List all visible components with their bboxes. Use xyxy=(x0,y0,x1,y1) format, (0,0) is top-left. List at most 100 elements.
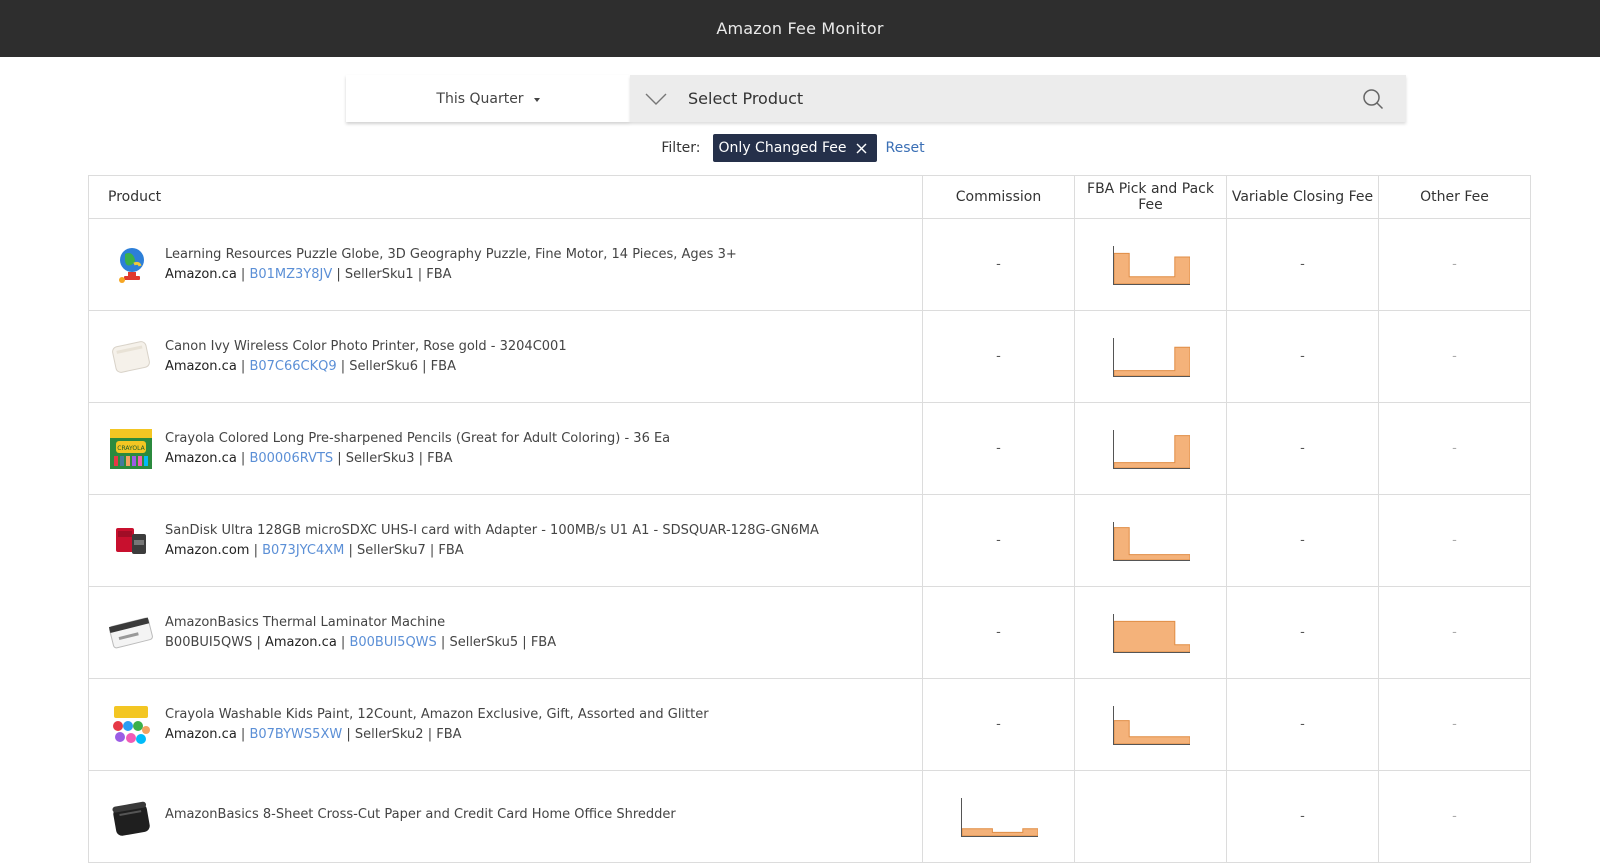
fba-fee-trend-chart[interactable] xyxy=(1112,428,1190,470)
other-fee-cell: - xyxy=(1378,586,1531,679)
product-image-icon xyxy=(108,616,153,648)
other-fee-value: - xyxy=(1452,349,1457,364)
table-row[interactable]: AmazonBasics 8-Sheet Cross-Cut Paper and… xyxy=(88,770,1531,863)
product-sku: SellerSku5 xyxy=(449,635,519,650)
period-label: This Quarter xyxy=(436,90,524,107)
product-asin-link[interactable]: B07BYWS5XW xyxy=(249,727,342,742)
fba-fee-trend-chart[interactable] xyxy=(1112,244,1190,286)
variable-closing-fee-value: - xyxy=(1300,349,1305,364)
app-header: Amazon Fee Monitor xyxy=(0,0,1600,57)
product-title[interactable]: Canon Ivy Wireless Color Photo Printer, … xyxy=(165,339,567,354)
product-image-icon xyxy=(112,801,150,836)
product-title[interactable]: AmazonBasics 8-Sheet Cross-Cut Paper and… xyxy=(165,807,676,822)
product-cell: SanDisk Ultra 128GB microSDXC UHS-I card… xyxy=(88,494,923,587)
product-title[interactable]: AmazonBasics Thermal Laminator Machine xyxy=(165,615,556,630)
product-info: CRAYOLA Crayola Colored Long Pre-sharpene… xyxy=(108,426,922,472)
product-text: Canon Ivy Wireless Color Photo Printer, … xyxy=(165,339,567,374)
product-channel: FBA xyxy=(438,543,464,558)
product-thumbnail[interactable] xyxy=(108,610,154,656)
product-thumbnail[interactable] xyxy=(108,242,154,288)
product-title[interactable]: SanDisk Ultra 128GB microSDXC UHS-I card… xyxy=(165,523,819,538)
variable-closing-fee-cell: - xyxy=(1226,402,1379,495)
other-fee-value: - xyxy=(1452,533,1457,548)
fba-fee-trend-chart[interactable] xyxy=(1112,704,1190,746)
commission-cell: - xyxy=(922,402,1075,495)
fba-fee-cell xyxy=(1074,678,1227,771)
fba-fee-trend-chart[interactable] xyxy=(1112,520,1190,562)
column-header-product[interactable]: Product xyxy=(88,175,923,219)
fba-fee-cell xyxy=(1074,586,1227,679)
product-info: Learning Resources Puzzle Globe, 3D Geog… xyxy=(108,242,922,288)
table-row[interactable]: AmazonBasics Thermal Laminator Machine B0… xyxy=(88,586,1531,679)
product-title[interactable]: Learning Resources Puzzle Globe, 3D Geog… xyxy=(165,247,737,262)
product-thumbnail[interactable] xyxy=(108,794,154,840)
product-asin-link[interactable]: B073JYC4XM xyxy=(262,543,344,558)
commission-value: - xyxy=(996,441,1001,456)
column-header-commission[interactable]: Commission xyxy=(922,175,1075,219)
table-row[interactable]: CRAYOLA Crayola Colored Long Pre-sharpene… xyxy=(88,402,1531,495)
product-channel: FBA xyxy=(436,727,462,742)
table-row[interactable]: Crayola Washable Kids Paint, 12Count, Am… xyxy=(88,678,1531,771)
close-icon[interactable] xyxy=(856,143,867,154)
product-thumbnail[interactable]: CRAYOLA xyxy=(108,426,154,472)
filter-label: Filter: xyxy=(661,140,701,156)
column-header-other-fee[interactable]: Other Fee xyxy=(1378,175,1531,219)
product-marketplace: Amazon.ca xyxy=(165,267,237,282)
filter-chip-only-changed-fee[interactable]: Only Changed Fee xyxy=(712,134,877,162)
product-marketplace: Amazon.ca xyxy=(165,359,237,374)
product-asin-link[interactable]: B00006RVTS xyxy=(249,451,333,466)
table-row[interactable]: SanDisk Ultra 128GB microSDXC UHS-I card… xyxy=(88,494,1531,587)
fba-fee-cell xyxy=(1074,494,1227,587)
product-sku: SellerSku2 xyxy=(354,727,424,742)
variable-closing-fee-value: - xyxy=(1300,441,1305,456)
other-fee-value: - xyxy=(1452,257,1457,272)
trend-area xyxy=(1113,434,1190,468)
svg-text:CRAYOLA: CRAYOLA xyxy=(117,445,145,452)
product-meta: Amazon.ca | B00006RVTS | SellerSku3 | FB… xyxy=(165,451,453,466)
trend-area xyxy=(1113,252,1190,284)
commission-trend-chart[interactable] xyxy=(960,796,1038,838)
column-header-variable-closing-fee[interactable]: Variable Closing Fee xyxy=(1226,175,1379,219)
product-thumbnail[interactable] xyxy=(108,518,154,564)
table-row[interactable]: Learning Resources Puzzle Globe, 3D Geog… xyxy=(88,218,1531,311)
product-sku: SellerSku6 xyxy=(349,359,419,374)
trend-area xyxy=(1113,346,1190,376)
product-select[interactable]: Select Product xyxy=(630,75,1406,122)
product-sku: SellerSku3 xyxy=(345,451,415,466)
product-title[interactable]: Crayola Colored Long Pre-sharpened Penci… xyxy=(165,431,670,446)
commission-value: - xyxy=(996,717,1001,732)
reset-link[interactable]: Reset xyxy=(886,140,925,156)
fba-fee-trend-chart[interactable] xyxy=(1112,336,1190,378)
chevron-down-icon xyxy=(645,93,667,105)
product-title[interactable]: Crayola Washable Kids Paint, 12Count, Am… xyxy=(165,707,709,722)
other-fee-value: - xyxy=(1452,625,1457,640)
product-cell: Canon Ivy Wireless Color Photo Printer, … xyxy=(88,310,923,403)
product-image-icon xyxy=(113,705,150,744)
product-select-placeholder: Select Product xyxy=(688,89,804,108)
other-fee-cell: - xyxy=(1378,770,1531,863)
product-cell: AmazonBasics 8-Sheet Cross-Cut Paper and… xyxy=(88,770,923,863)
product-asin-link[interactable]: B01MZ3Y8JV xyxy=(249,267,332,282)
product-marketplace: Amazon.com xyxy=(165,543,250,558)
commission-cell: - xyxy=(922,218,1075,311)
fba-fee-trend-chart[interactable] xyxy=(1112,612,1190,654)
other-fee-cell: - xyxy=(1378,494,1531,587)
period-dropdown[interactable]: This Quarter xyxy=(346,75,630,122)
column-header-fba-pick-pack-fee[interactable]: FBA Pick and Pack Fee xyxy=(1074,175,1227,219)
product-marketplace: Amazon.ca xyxy=(165,451,237,466)
product-asin-link[interactable]: B00BUI5QWS xyxy=(349,635,436,650)
search-icon[interactable] xyxy=(1362,88,1384,110)
product-sku: SellerSku7 xyxy=(357,543,426,558)
commission-cell: - xyxy=(922,678,1075,771)
product-meta: Amazon.ca | B01MZ3Y8JV | SellerSku1 | FB… xyxy=(165,267,452,282)
variable-closing-fee-cell: - xyxy=(1226,310,1379,403)
product-thumbnail[interactable] xyxy=(108,702,154,748)
table-row[interactable]: Canon Ivy Wireless Color Photo Printer, … xyxy=(88,310,1531,403)
product-thumbnail[interactable] xyxy=(108,334,154,380)
product-sku: SellerSku1 xyxy=(344,267,414,282)
variable-closing-fee-value: - xyxy=(1300,625,1305,640)
commission-cell: - xyxy=(922,310,1075,403)
product-asin-link[interactable]: B07C66CKQ9 xyxy=(249,359,336,374)
product-cell: AmazonBasics Thermal Laminator Machine B0… xyxy=(88,586,923,679)
product-info: Canon Ivy Wireless Color Photo Printer, … xyxy=(108,334,922,380)
